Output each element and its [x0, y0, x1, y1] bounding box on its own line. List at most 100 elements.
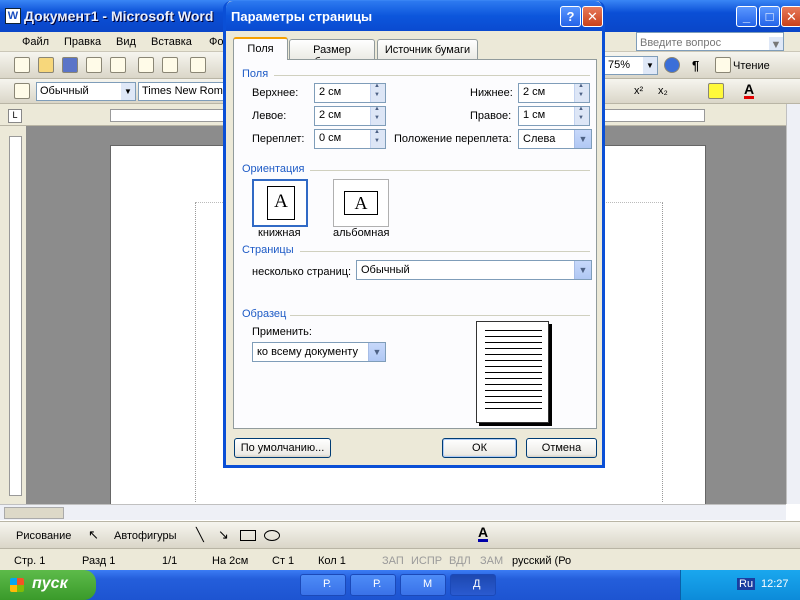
portrait-label[interactable]: книжная [258, 227, 301, 239]
tab-paper-source[interactable]: Источник бумаги [377, 39, 478, 59]
autoshapes-menu[interactable]: Автофигуры [114, 530, 177, 542]
subscript-icon[interactable]: x₂ [658, 85, 668, 97]
top-margin-spinner[interactable]: 2 см [314, 83, 386, 103]
font-color-icon[interactable]: A [478, 525, 489, 542]
landscape-label[interactable]: альбомная [333, 227, 389, 239]
arrow-icon[interactable]: ↘ [218, 527, 229, 543]
status-rec[interactable]: ЗАП [382, 555, 404, 567]
close-button[interactable]: ✕ [781, 6, 800, 27]
task-label: Д [473, 578, 481, 590]
orientation-group-title: Ориентация [242, 163, 305, 175]
menu-view[interactable]: Вид [116, 36, 136, 48]
permission-icon[interactable] [86, 57, 102, 73]
minimize-button[interactable]: _ [736, 6, 757, 27]
print-preview-icon[interactable] [162, 57, 178, 73]
reading-mode-icon[interactable] [715, 57, 731, 73]
spinner-arrows-icon[interactable] [370, 83, 385, 102]
tab-paper-size[interactable]: Размер бумаги [289, 39, 375, 68]
gutter-position-label: Положение переплета: [394, 133, 512, 145]
portrait-page-icon: A [267, 186, 295, 220]
task-label: Р. [323, 578, 332, 590]
spinner-arrows-icon[interactable] [574, 106, 589, 125]
menu-file[interactable]: Файл [22, 36, 49, 48]
status-section: Разд 1 [82, 555, 116, 567]
dialog-close-button[interactable]: ✕ [582, 6, 603, 27]
menu-format[interactable]: Фо [209, 36, 223, 48]
zoom-select[interactable]: 75% ▼ [604, 56, 658, 75]
status-ovr[interactable]: ЗАМ [480, 555, 503, 567]
preview-text-lines [485, 330, 542, 414]
spinner-arrows-icon[interactable] [370, 129, 385, 148]
show-formatting-icon[interactable]: ¶ [692, 58, 699, 73]
styles-pane-icon[interactable] [14, 83, 30, 99]
new-document-icon[interactable] [14, 57, 30, 73]
menu-edit[interactable]: Правка [64, 36, 101, 48]
top-margin-value: 2 см [319, 86, 342, 98]
line-icon[interactable]: ╲ [196, 527, 204, 543]
default-button[interactable]: По умолчанию... [234, 438, 331, 458]
right-margin-value: 1 см [523, 109, 546, 121]
chevron-down-icon: ▼ [574, 261, 591, 279]
font-select[interactable]: Times New Roman [138, 82, 224, 101]
maximize-button[interactable]: □ [759, 6, 780, 27]
task-button-4[interactable]: Д [450, 574, 496, 596]
menu-insert[interactable]: Вставка [151, 36, 192, 48]
oval-icon[interactable] [264, 530, 280, 541]
help-question-input[interactable]: Введите вопрос ▼ [636, 32, 784, 51]
portrait-option[interactable]: A [252, 179, 308, 227]
drawing-menu[interactable]: Рисование [16, 530, 71, 542]
help-question-placeholder: Введите вопрос [640, 37, 722, 49]
language-indicator[interactable]: Ru [737, 578, 756, 590]
ok-button[interactable]: ОК [442, 438, 517, 458]
open-folder-icon[interactable] [38, 57, 54, 73]
status-trk[interactable]: ИСПР [411, 555, 442, 567]
horizontal-scrollbar[interactable] [0, 504, 786, 520]
spelling-icon[interactable] [190, 57, 206, 73]
status-at: На 2см [212, 555, 249, 567]
task-button-2[interactable]: Р. [350, 574, 396, 596]
save-icon[interactable] [62, 57, 78, 73]
start-button[interactable]: пуск [0, 570, 96, 600]
style-select[interactable]: Обычный ▼ [36, 82, 136, 101]
gutter-position-select[interactable]: Слева ▼ [518, 129, 592, 149]
page-preview [476, 321, 549, 423]
help-icon[interactable] [664, 57, 680, 73]
status-col: Кол 1 [318, 555, 346, 567]
style-value: Обычный [40, 85, 89, 97]
rectangle-icon[interactable] [240, 530, 256, 541]
font-value: Times New Roman [142, 85, 223, 97]
chevron-down-icon: ▼ [121, 83, 135, 100]
gutter-spinner[interactable]: 0 см [314, 129, 386, 149]
font-color-icon[interactable]: A [744, 82, 755, 99]
task-button-3[interactable]: М [400, 574, 446, 596]
view-buttons[interactable] [4, 507, 64, 519]
status-language: русский (Ро [512, 555, 572, 567]
bottom-margin-spinner[interactable]: 2 см [518, 83, 590, 103]
reading-mode-button[interactable]: Чтение [733, 60, 770, 72]
landscape-option[interactable]: A [333, 179, 389, 227]
right-margin-spinner[interactable]: 1 см [518, 106, 590, 126]
tab-margins[interactable]: Поля [233, 37, 288, 60]
vertical-scrollbar[interactable] [786, 104, 800, 504]
group-divider [300, 251, 590, 252]
superscript-icon[interactable]: x² [634, 85, 643, 97]
cancel-button[interactable]: Отмена [526, 438, 597, 458]
highlight-icon[interactable] [708, 83, 724, 99]
start-label: пуск [32, 575, 68, 592]
task-button-1[interactable]: Р. [300, 574, 346, 596]
right-margin-label: Правое: [470, 110, 512, 122]
help-button[interactable]: ? [560, 6, 581, 27]
status-ext[interactable]: ВДЛ [449, 555, 471, 567]
spinner-arrows-icon[interactable] [574, 83, 589, 102]
print-icon[interactable] [138, 57, 154, 73]
word-window-title: Документ1 - Microsoft Word [24, 8, 214, 24]
email-icon[interactable] [110, 57, 126, 73]
spinner-arrows-icon[interactable] [370, 106, 385, 125]
left-margin-spinner[interactable]: 2 см [314, 106, 386, 126]
apply-to-select[interactable]: ко всему документу ▼ [252, 342, 386, 362]
select-objects-icon[interactable]: ↖ [88, 527, 99, 543]
zoom-value: 75% [608, 59, 631, 71]
multiple-pages-select[interactable]: Обычный ▼ [356, 260, 592, 280]
tab-selector-icon[interactable]: L [8, 109, 22, 123]
gutter-value: 0 см [319, 132, 342, 144]
